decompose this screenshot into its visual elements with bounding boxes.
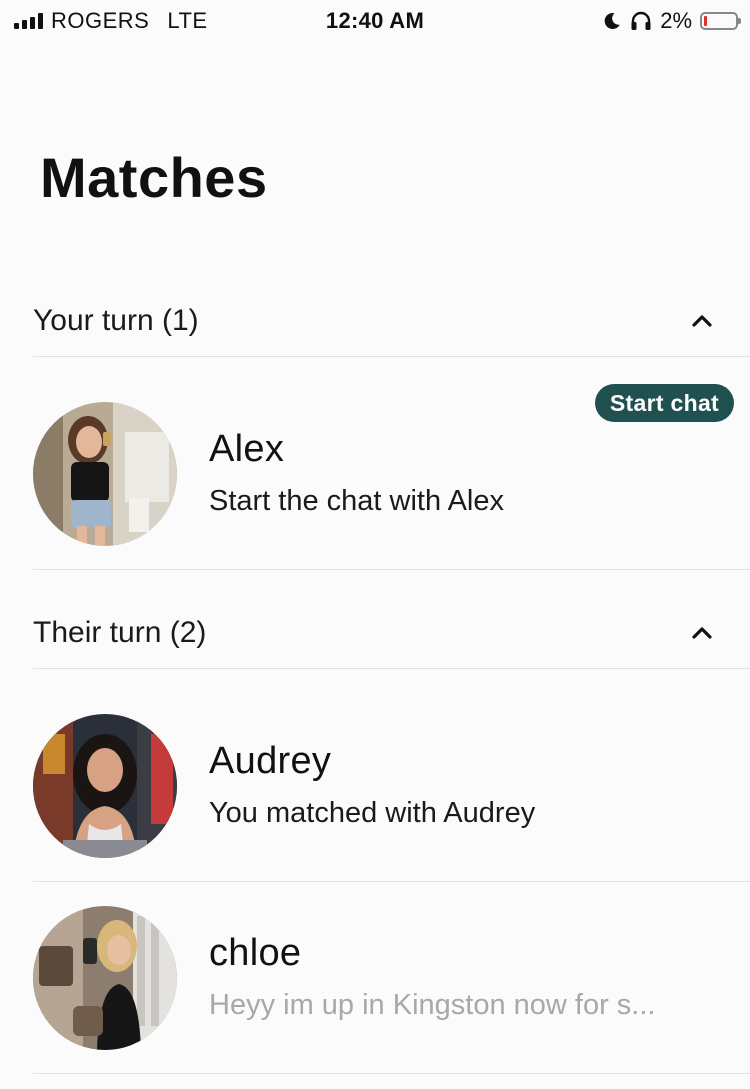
battery-icon <box>700 12 741 30</box>
avatar[interactable] <box>33 402 177 546</box>
match-row-chloe[interactable]: chloe Heyy im up in Kingston now for s..… <box>33 882 750 1074</box>
section-header-your-turn[interactable]: Your turn (1) <box>33 286 750 357</box>
avatar[interactable] <box>33 714 177 858</box>
match-row-audrey[interactable]: Audrey You matched with Audrey <box>33 690 750 882</box>
battery-level <box>704 16 707 26</box>
section-label: Your turn (1) <box>33 304 199 337</box>
headphones-icon <box>630 11 652 31</box>
section-label: Their turn (2) <box>33 616 207 649</box>
page-title: Matches <box>40 146 268 209</box>
chevron-up-icon[interactable] <box>688 307 716 335</box>
start-chat-button[interactable]: Start chat <box>594 384 734 422</box>
chevron-up-icon[interactable] <box>688 619 716 647</box>
moon-icon <box>602 11 622 31</box>
match-last-message: Heyy im up in Kingston now for s... <box>209 989 656 1021</box>
avatar[interactable] <box>33 906 177 1050</box>
match-name: Alex <box>209 428 285 470</box>
status-bar: ROGERS LTE 12:40 AM 2% <box>0 0 750 42</box>
section-header-their-turn[interactable]: Their turn (2) <box>33 598 750 669</box>
battery-percent: 2% <box>660 8 692 33</box>
match-name: Audrey <box>209 740 332 782</box>
match-name: chloe <box>209 932 302 974</box>
match-subtitle: You matched with Audrey <box>209 797 536 829</box>
match-row-alex[interactable]: Alex Start the chat with Alex Start chat <box>33 378 750 570</box>
match-subtitle: Start the chat with Alex <box>209 485 504 517</box>
